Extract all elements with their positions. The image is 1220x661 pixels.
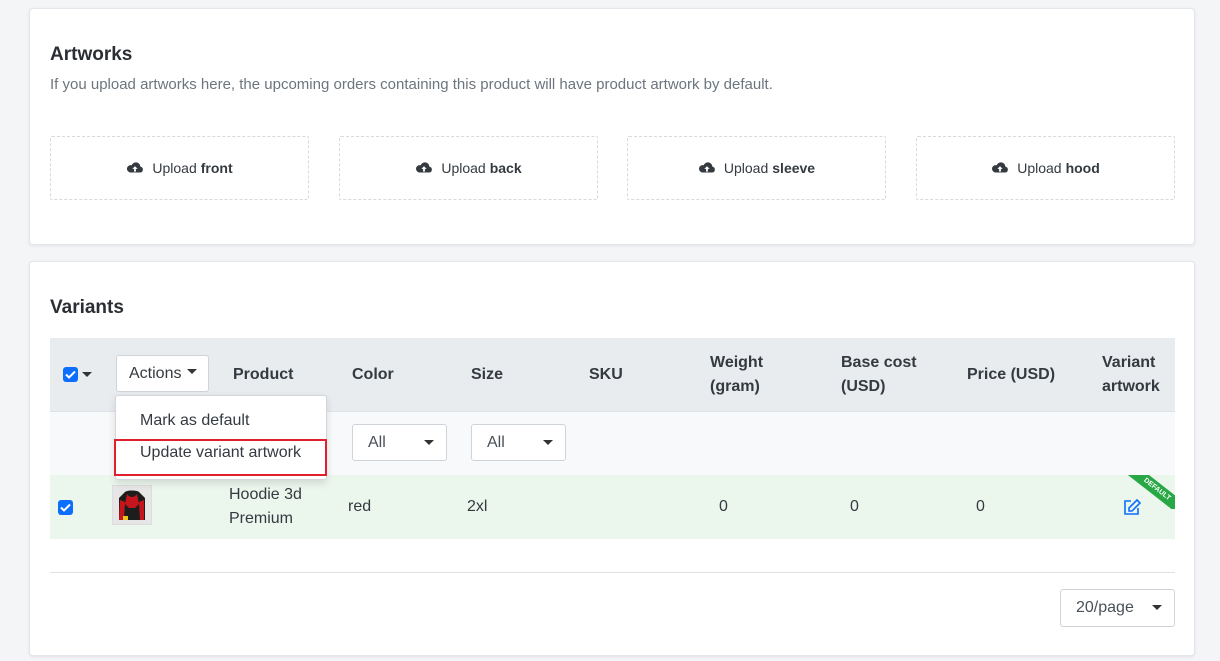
- size-filter-select[interactable]: All: [471, 424, 566, 461]
- chevron-down-icon: [1152, 605, 1162, 610]
- row-color: red: [348, 498, 372, 515]
- upload-front-label: front: [200, 160, 233, 176]
- row-size: 2xl: [467, 498, 488, 515]
- col-price: Price (USD): [967, 366, 1056, 383]
- col-base-cost: Base cost (USD): [841, 351, 917, 399]
- upload-prefix: Upload: [1017, 160, 1062, 176]
- divider: [50, 572, 1175, 573]
- col-variant-artwork-line1: Variant: [1102, 354, 1156, 371]
- col-product: Product: [233, 366, 294, 383]
- upload-sleeve-label: sleeve: [772, 160, 816, 176]
- per-page-value: 20/page: [1076, 599, 1134, 616]
- upload-sleeve-button[interactable]: Upload sleeve: [627, 136, 886, 200]
- col-color: Color: [352, 366, 394, 383]
- product-thumbnail: [112, 485, 152, 525]
- per-page-select[interactable]: 20/page: [1060, 589, 1175, 627]
- actions-dropdown-menu: Mark as default Update variant artwork: [115, 395, 327, 480]
- cloud-upload-icon: [992, 162, 1009, 173]
- row-product-name: Hoodie 3d Premium: [229, 483, 302, 531]
- artworks-card: Artworks If you upload artworks here, th…: [29, 8, 1195, 245]
- select-all-caret-icon[interactable]: [82, 372, 92, 377]
- hoodie-image: [113, 486, 151, 524]
- cloud-upload-icon: [416, 162, 433, 173]
- row-base-cost: 0: [850, 498, 859, 515]
- upload-prefix: Upload: [441, 160, 486, 176]
- upload-back-button[interactable]: Upload back: [339, 136, 598, 200]
- artworks-subtitle: If you upload artworks here, the upcomin…: [50, 76, 773, 93]
- col-weight: Weight (gram): [710, 351, 763, 399]
- col-sku: SKU: [589, 366, 623, 383]
- row-checkbox[interactable]: [58, 500, 73, 515]
- variants-title: Variants: [50, 297, 124, 318]
- actions-dropdown-button[interactable]: Actions: [116, 355, 209, 392]
- check-icon: [60, 503, 71, 512]
- artworks-title: Artworks: [50, 44, 133, 65]
- col-variant-artwork: Variant artwork: [1102, 351, 1160, 399]
- color-filter-value: All: [368, 434, 386, 451]
- chevron-down-icon: [543, 440, 553, 445]
- upload-front-button[interactable]: Upload front: [50, 136, 309, 200]
- select-all-checkbox[interactable]: [63, 367, 78, 382]
- menu-item-mark-as-default[interactable]: Mark as default: [116, 406, 326, 436]
- size-filter-value: All: [487, 434, 505, 451]
- cloud-upload-icon: [698, 162, 715, 173]
- col-base-cost-line2: (USD): [841, 378, 886, 395]
- row-price: 0: [976, 498, 985, 515]
- product-name-line2: Premium: [229, 510, 294, 527]
- cloud-upload-icon: [127, 162, 144, 173]
- check-icon: [65, 370, 76, 379]
- upload-back-label: back: [489, 160, 522, 176]
- upload-hood-button[interactable]: Upload hood: [916, 136, 1175, 200]
- chevron-down-icon: [424, 440, 434, 445]
- col-size: Size: [471, 366, 504, 383]
- upload-hood-label: hood: [1065, 160, 1100, 176]
- color-filter-select[interactable]: All: [352, 424, 447, 461]
- col-weight-line1: Weight: [710, 354, 764, 371]
- table-row: Hoodie 3d Premium red 2xl 0 0 0 DEFAULT: [50, 475, 1175, 539]
- col-weight-line2: (gram): [710, 378, 760, 395]
- default-badge-label: DEFAULT: [1125, 475, 1175, 509]
- upload-prefix: Upload: [152, 160, 197, 176]
- row-weight: 0: [719, 498, 728, 515]
- product-name-line1: Hoodie 3d: [229, 486, 302, 503]
- col-base-cost-line1: Base cost: [841, 354, 917, 371]
- actions-label: Actions: [129, 364, 182, 382]
- upload-prefix: Upload: [723, 160, 769, 176]
- default-badge: DEFAULT: [1125, 475, 1175, 509]
- chevron-down-icon: [187, 369, 198, 374]
- menu-item-update-variant-artwork[interactable]: Update variant artwork: [116, 438, 326, 468]
- col-variant-artwork-line2: artwork: [1102, 378, 1160, 395]
